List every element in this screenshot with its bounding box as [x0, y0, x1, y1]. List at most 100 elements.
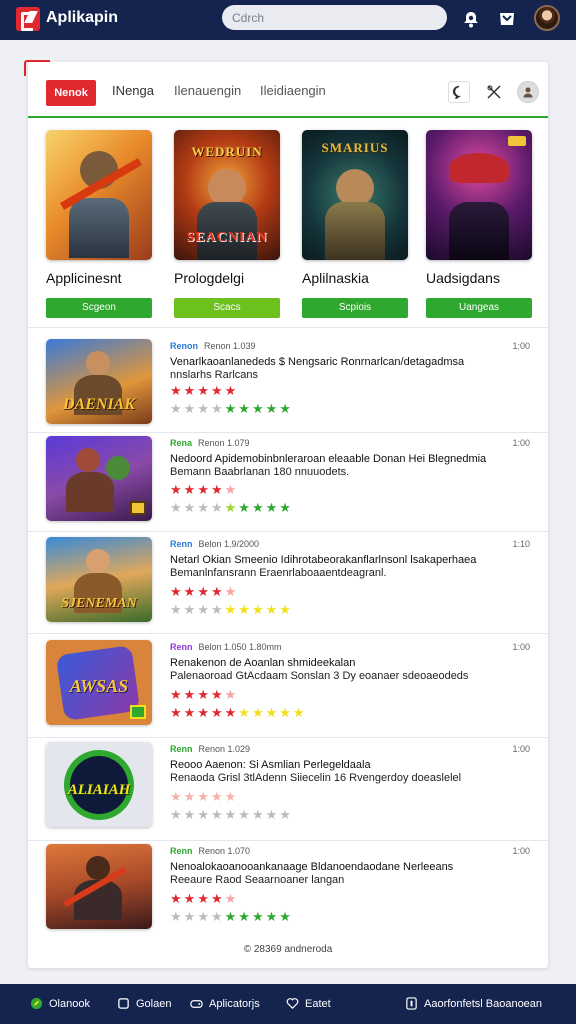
star-icon: ★: [197, 401, 211, 416]
featured-install-button[interactable]: Scpiois: [302, 298, 408, 318]
app-thumbnail[interactable]: DAENIAK: [46, 339, 152, 424]
app-thumbnail[interactable]: [46, 436, 152, 521]
user-avatar[interactable]: [534, 5, 560, 31]
featured-art[interactable]: [426, 130, 532, 260]
star-icon: ★: [265, 500, 280, 515]
app-thumbnail[interactable]: AWSAS: [46, 640, 152, 725]
row-meta: Renon Renon 1.039: [170, 341, 256, 351]
featured-art[interactable]: WEDRUIN SEACNIAN: [174, 130, 280, 260]
star-icon: ★: [224, 401, 239, 416]
bottom-nav-item-eatet[interactable]: Eatet: [286, 997, 331, 1010]
bottom-nav-item-golaen[interactable]: Golaen: [117, 997, 171, 1010]
tab-ileidiaengin[interactable]: Ileidiaengin: [260, 83, 326, 98]
bottom-nav-item-aplicatorjs[interactable]: Aplicatorjs: [190, 997, 260, 1010]
thumbnail-caption: ALIAIAH: [67, 782, 131, 798]
star-icon: ★: [251, 909, 266, 924]
star-icon: ★: [279, 705, 293, 720]
search-input[interactable]: [222, 5, 447, 30]
star-icon: ★: [183, 584, 198, 599]
star-icon: ★: [224, 383, 239, 398]
bottom-nav: Olanook Golaen Aplicatorjs Eatet Aaorfon…: [0, 984, 576, 1024]
row-subtitle: Bemanlnfansrann Eraenrlaboaaentdeagranl.: [170, 567, 387, 579]
row-version: Renon 1.070: [198, 846, 251, 856]
featured-bottom-banner: SEACNIAN: [186, 230, 268, 245]
featured-art[interactable]: [46, 130, 152, 260]
list-item[interactable]: DAENIAK Renon Renon 1.039 1:00 Venarlkaoa…: [28, 327, 548, 429]
row-meta: Renn Renon 1.029: [170, 744, 250, 754]
star-icon: ★: [197, 383, 211, 398]
star-icon: ★: [210, 687, 225, 702]
featured-card[interactable]: SMARIUS Aplilnaskia Scpiois: [302, 130, 408, 318]
bell-icon[interactable]: [461, 9, 481, 29]
star-icon: ★: [197, 584, 211, 599]
app-thumbnail[interactable]: SJENEMAN: [46, 537, 152, 622]
star-icon: ★: [197, 602, 211, 617]
star-icon: ★: [170, 482, 184, 497]
app-logo-icon[interactable]: [16, 7, 40, 31]
row-title[interactable]: Renakenon de Aoanlan shmideekalan: [170, 657, 530, 669]
row-title[interactable]: Nedoord Apidemobinbnleraroan eleaable Do…: [170, 453, 530, 465]
row-meta: Renn Belon 1.050 1.80mm: [170, 642, 282, 652]
star-icon: ★: [210, 401, 225, 416]
featured-art[interactable]: SMARIUS: [302, 130, 408, 260]
star-icon: ★: [279, 602, 293, 617]
list-item[interactable]: SJENEMAN Renn Belon 1.9/2000 1:10 Netarl …: [28, 525, 548, 627]
star-icon: ★: [224, 705, 239, 720]
bottom-nav-label: Aaorfonfetsl Baoanoean: [424, 997, 543, 1010]
row-title[interactable]: Venarlkaoanlanededs $ Nengsaric Ronrnarl…: [170, 356, 530, 368]
row-time: 1:00: [512, 744, 530, 754]
star-icon: ★: [265, 807, 280, 822]
bottom-nav-label: Olanook: [49, 997, 90, 1010]
star-icon: ★: [265, 909, 280, 924]
star-icon: ★: [197, 891, 211, 906]
featured-card[interactable]: Uadsigdans Uangeas: [426, 130, 532, 318]
chat-icon[interactable]: [448, 81, 470, 103]
star-icon: ★: [183, 891, 198, 906]
bottom-nav-item-olanook[interactable]: Olanook: [30, 997, 90, 1010]
featured-top-banner: SMARIUS: [321, 140, 389, 155]
info-icon: [406, 997, 417, 1010]
featured-card[interactable]: WEDRUIN SEACNIAN Prologdelgi Scacs: [174, 130, 280, 318]
tab-inenga[interactable]: INenga: [112, 83, 154, 98]
star-icon: ★: [183, 482, 198, 497]
row-title[interactable]: Nenoalokaoanooankanaage Bldanoendaodane …: [170, 861, 530, 873]
list-item[interactable]: ALIAIAH Renn Renon 1.029 1:00 Reooo Aaeno…: [28, 730, 548, 832]
star-icon: ★: [238, 602, 252, 617]
tab-ilenauengin[interactable]: Ilenauengin: [174, 83, 241, 98]
gamepad-icon: [190, 1000, 203, 1008]
star-icon: ★: [183, 807, 198, 822]
star-icon: ★: [238, 500, 252, 515]
row-time: 1:00: [512, 642, 530, 652]
list-item[interactable]: Rena Renon 1.079 1:00 Nedoord Apidemobinb…: [28, 424, 548, 526]
row-meta: Renn Belon 1.9/2000: [170, 539, 259, 549]
list-item[interactable]: Renn Renon 1.070 1:00 Nenoalokaoanooankan…: [28, 832, 548, 934]
star-icon: ★: [265, 401, 280, 416]
star-icon: ★: [183, 383, 198, 398]
tab-nenok[interactable]: Nenok: [46, 80, 96, 106]
rating-stars: ★★★★★: [170, 482, 238, 498]
star-icon: ★: [238, 705, 252, 720]
bottom-nav-item-info[interactable]: Aaorfonfetsl Baoanoean: [405, 997, 542, 1010]
row-time: 1:00: [512, 438, 530, 448]
row-subtitle: nnslarhs Rarlcans: [170, 369, 259, 381]
row-meta: Rena Renon 1.079: [170, 438, 250, 448]
row-title[interactable]: Reooo Aaenon: Si Asmlian Perlegeldaala: [170, 759, 530, 771]
row-tag: Renon: [170, 341, 198, 351]
app-thumbnail[interactable]: ALIAIAH: [46, 742, 152, 827]
star-icon: ★: [265, 705, 280, 720]
rating-stars: ★★★★★★★★★: [170, 807, 293, 823]
featured-name: Uadsigdans: [426, 270, 500, 286]
featured-install-button[interactable]: Uangeas: [426, 298, 532, 318]
row-title[interactable]: Netarl Okian Smeenio Idihrotabeorakanfla…: [170, 554, 530, 566]
star-icon: ★: [183, 705, 198, 720]
star-icon: ★: [210, 789, 225, 804]
profile-icon[interactable]: [517, 81, 539, 103]
store-icon[interactable]: [497, 9, 517, 29]
featured-install-button[interactable]: Scgeon: [46, 298, 152, 318]
app-thumbnail[interactable]: [46, 844, 152, 929]
list-item[interactable]: AWSAS Renn Belon 1.050 1.80mm 1:00 Renake…: [28, 628, 548, 730]
featured-card[interactable]: Applicinesnt Scgeon: [46, 130, 152, 318]
tools-icon[interactable]: [483, 81, 505, 103]
row-version: Renon 1.039: [204, 341, 256, 351]
featured-install-button[interactable]: Scacs: [174, 298, 280, 318]
